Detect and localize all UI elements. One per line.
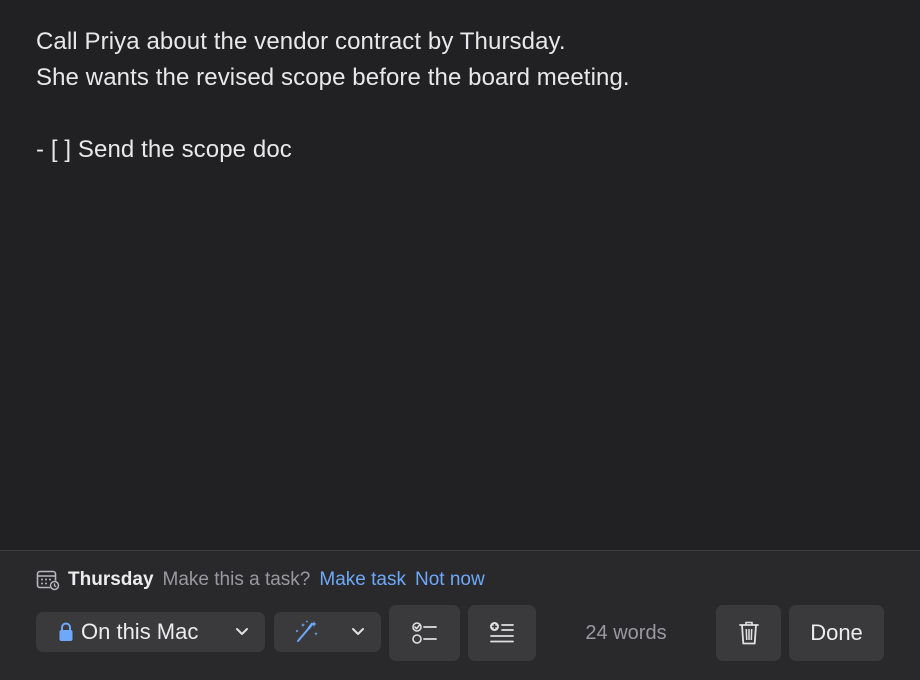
suggestion-prompt: Make this a task? [162,569,311,590]
note-line[interactable]: Call Priya about the vendor contract by … [36,24,886,60]
location-label: On this Mac [81,619,199,644]
writing-tools-dropdown[interactable] [274,612,381,652]
note-line[interactable]: She wants the revised scope before the b… [36,60,886,96]
note-editor[interactable]: Call Priya about the vendor contract by … [36,24,886,168]
trash-icon [738,620,760,646]
chevron-down-icon [351,625,365,639]
note-line[interactable] [36,96,886,132]
task-suggestion: Thursday Make this a task? Make task Not… [36,566,494,594]
calendar-icon [36,569,60,591]
location-dropdown[interactable]: On this Mac [36,612,265,652]
note-window: Call Priya about the vendor contract by … [0,0,920,680]
lock-icon [58,621,74,643]
done-button[interactable]: Done [789,605,884,661]
bottom-bar: Thursday Make this a task? Make task Not… [0,550,920,680]
make-task-link[interactable]: Make task [319,569,406,591]
checklist-icon [411,621,438,645]
toolbar: On this Mac 24 words Done [36,605,884,661]
word-count: 24 words [585,621,667,644]
not-now-link[interactable]: Not now [415,569,485,591]
magic-wand-icon [294,620,320,644]
chevron-down-icon [235,625,249,639]
format-list-icon [489,621,515,645]
delete-button[interactable] [716,605,781,661]
suggested-date: Thursday [68,569,154,590]
note-checklist-line[interactable]: - [ ] Send the scope doc [36,132,886,168]
checklist-button[interactable] [389,605,460,661]
format-button[interactable] [468,605,536,661]
